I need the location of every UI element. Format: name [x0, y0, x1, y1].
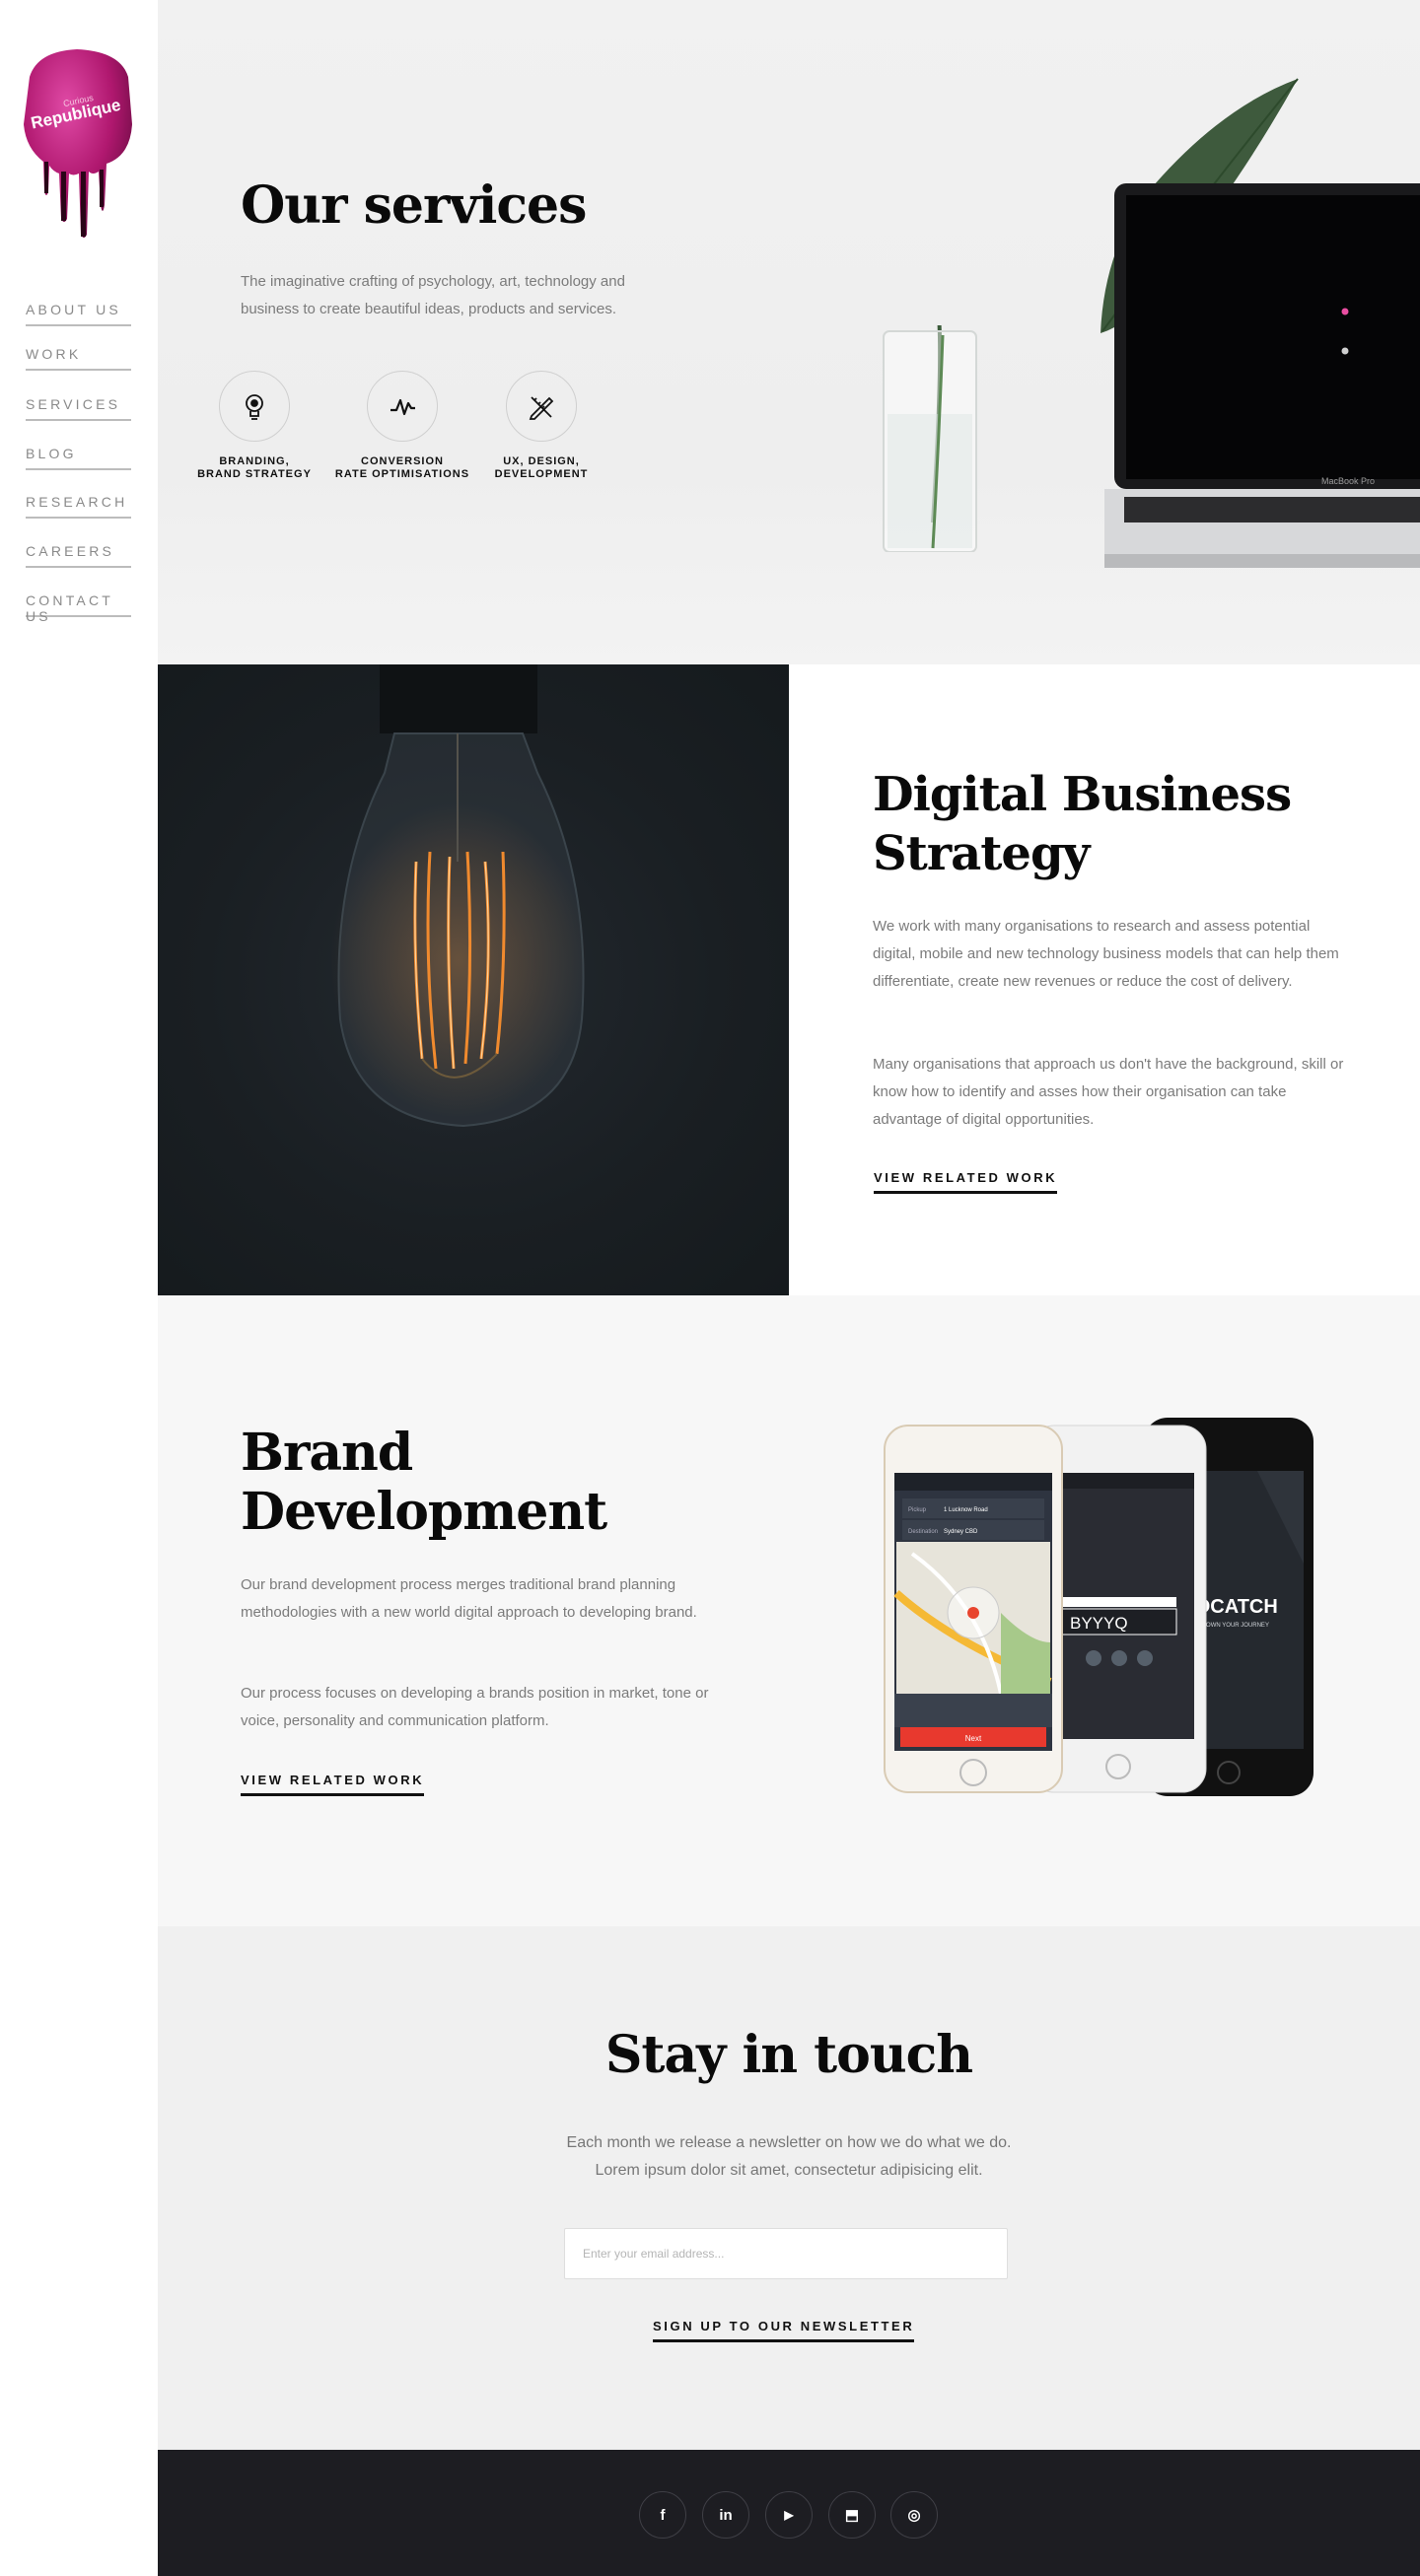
- phones-mockup-image: GOCATCH OWN YOUR JOURNEY BYYYQ Pickup 1 …: [884, 1418, 1314, 1796]
- app-pickup-label: Pickup: [908, 1507, 927, 1513]
- nav-research[interactable]: RESEARCH: [26, 494, 131, 519]
- app-dest-label: Destination: [908, 1529, 938, 1535]
- app-next-button: Next: [965, 1734, 982, 1743]
- section-paragraph: Our process focuses on developing a bran…: [241, 1685, 709, 1729]
- service-label-line2: BRAND STRATEGY: [197, 468, 312, 480]
- youtube-icon[interactable]: ▶: [765, 2491, 813, 2539]
- service-label-line1: UX, DESIGN,: [503, 455, 580, 467]
- pin-icon[interactable]: ⬒: [828, 2491, 876, 2539]
- laptop-image: MacBook Pro: [1104, 183, 1420, 568]
- lightbulb-icon: [219, 371, 290, 442]
- email-input[interactable]: [564, 2228, 1008, 2279]
- service-label-line2: DEVELOPMENT: [494, 468, 589, 480]
- nav-careers[interactable]: CAREERS: [26, 543, 131, 568]
- service-branding[interactable]: BRANDING, BRAND STRATEGY: [180, 371, 328, 481]
- service-label-line1: BRANDING,: [219, 455, 290, 467]
- newsletter-text: Each month we release a newsletter on ho…: [566, 2134, 1012, 2179]
- view-related-work-link[interactable]: VIEW RELATED WORK: [874, 1170, 1058, 1194]
- logo[interactable]: Curious Republique: [18, 47, 136, 240]
- section-title: Digital Business Strategy: [873, 767, 1292, 881]
- nav-blog[interactable]: BLOG: [26, 446, 131, 470]
- instagram-icon[interactable]: ◎: [890, 2491, 938, 2539]
- nav-work[interactable]: WORK: [26, 346, 131, 371]
- app-code: BYYYQ: [1070, 1614, 1128, 1633]
- section-title: Brand Development: [241, 1423, 607, 1542]
- app-pickup-value: 1 Lucknow Road: [944, 1507, 988, 1513]
- section-paragraph: Many organisations that approach us don'…: [873, 1056, 1344, 1128]
- section-paragraph: We work with many organisations to resea…: [873, 918, 1339, 990]
- nav-about-us[interactable]: ABOUT US: [26, 302, 131, 326]
- service-label-line1: CONVERSION: [361, 455, 444, 467]
- service-conversion[interactable]: CONVERSION RATE OPTIMISATIONS: [328, 371, 476, 481]
- services-hero: Our services The imaginative crafting of…: [158, 0, 1420, 664]
- digital-strategy-section: Digital Business Strategy We work with m…: [789, 664, 1420, 1295]
- newsletter-title: Stay in touch: [604, 2025, 973, 2085]
- linkedin-icon[interactable]: in: [702, 2491, 749, 2539]
- app-tagline: OWN YOUR JOURNEY: [1206, 1623, 1269, 1629]
- newsletter-section: Stay in touch Each month we release a ne…: [158, 1926, 1420, 2450]
- main-nav: ABOUT US WORK SERVICES BLOG RESEARCH CAR…: [26, 302, 132, 642]
- nav-services[interactable]: SERVICES: [26, 396, 131, 421]
- laptop-label: MacBook Pro: [1321, 476, 1375, 486]
- app-dest-value: Sydney CBD: [944, 1529, 978, 1535]
- facebook-icon[interactable]: f: [639, 2491, 686, 2539]
- view-related-work-link[interactable]: VIEW RELATED WORK: [241, 1773, 425, 1796]
- service-label-line2: RATE OPTIMISATIONS: [334, 468, 470, 480]
- hero-subtitle: The imaginative crafting of psychology, …: [241, 273, 625, 317]
- brand-development-section: Brand Development Our brand development …: [158, 1295, 1420, 1926]
- pulse-icon: [367, 371, 438, 442]
- section-paragraph: Our brand development process merges tra…: [241, 1576, 697, 1621]
- page-title: Our services: [241, 175, 587, 236]
- newsletter-signup-button[interactable]: SIGN UP TO OUR NEWSLETTER: [653, 2319, 915, 2342]
- service-ux-design[interactable]: UX, DESIGN, DEVELOPMENT: [467, 371, 615, 481]
- sidebar: Curious Republique ABOUT US WORK SERVICE…: [0, 0, 158, 2576]
- pencil-ruler-icon: [506, 371, 577, 442]
- lightbulb-photo: [158, 664, 789, 1295]
- footer: f in ▶ ⬒ ◎: [158, 2450, 1420, 2576]
- nav-contact-us[interactable]: CONTACT US: [26, 592, 131, 624]
